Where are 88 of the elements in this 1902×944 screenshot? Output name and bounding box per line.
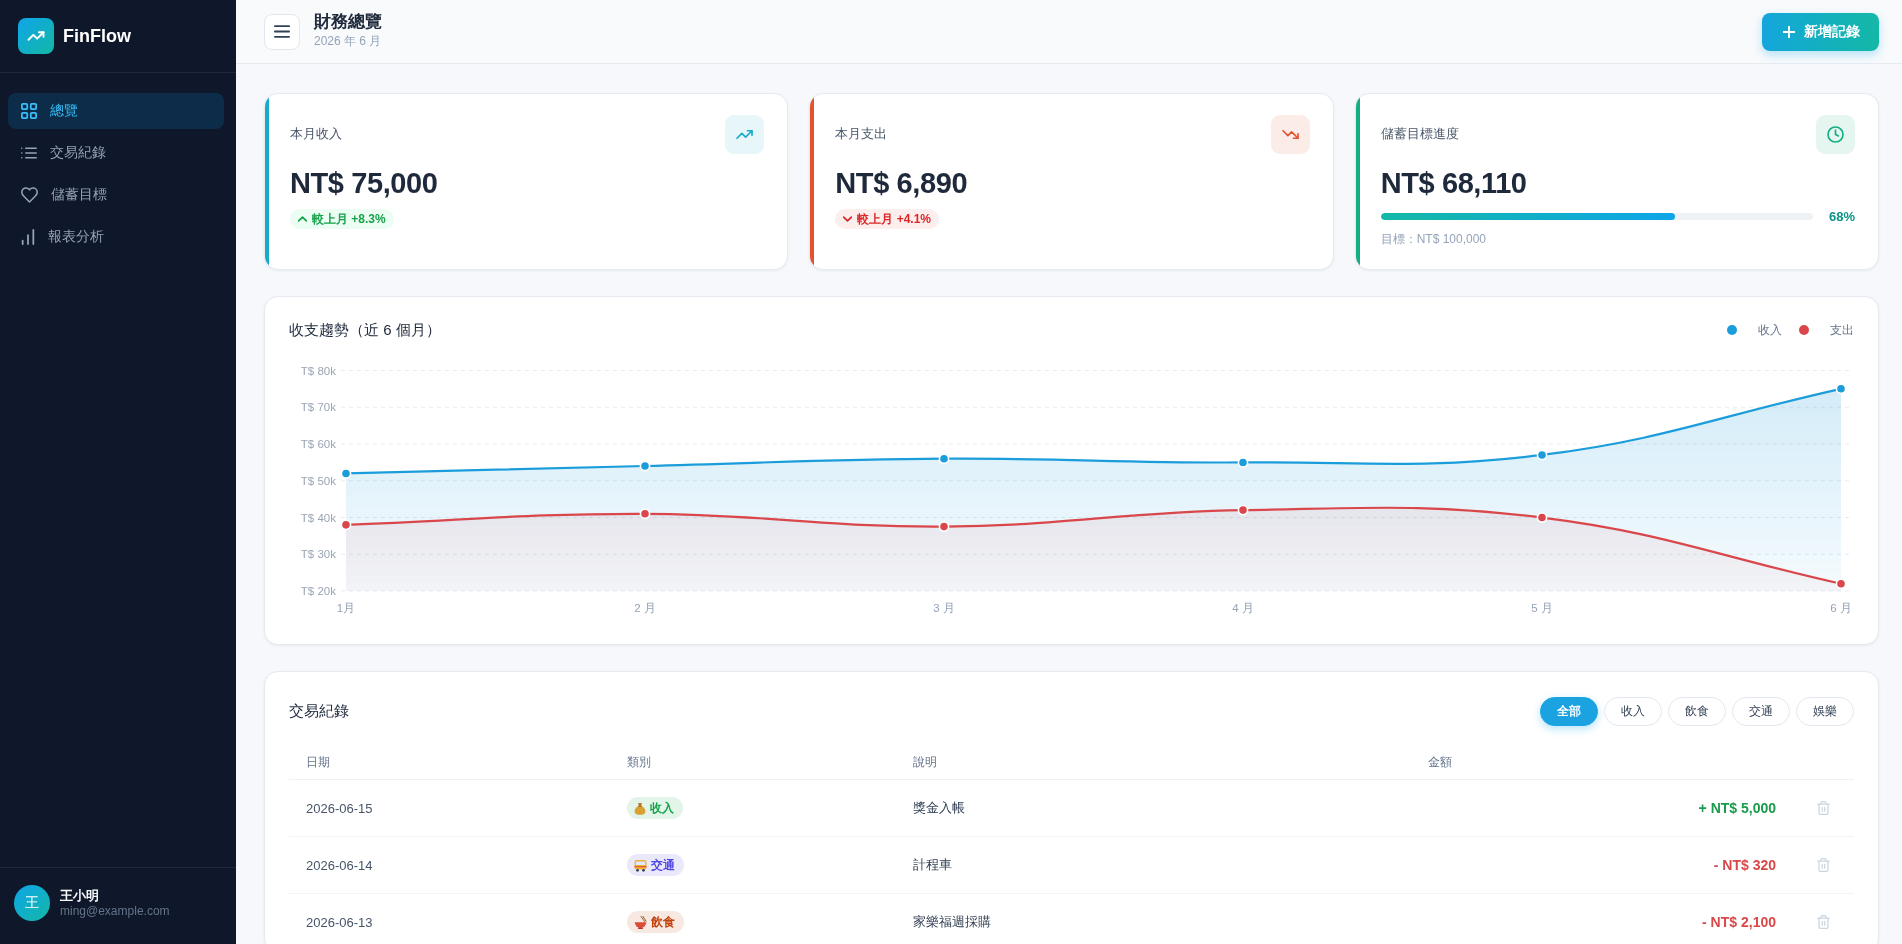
axis-label: 4 月 — [1232, 602, 1254, 614]
column-header: 日期 — [306, 754, 330, 771]
transaction-date: 2026-06-15 — [306, 800, 373, 816]
user-email: ming@example.com — [60, 903, 170, 919]
filter-chip[interactable]: 飲食 — [1668, 696, 1726, 726]
bus-icon — [634, 858, 647, 872]
chart-title: 收支趨勢（近 6 個月） — [289, 320, 441, 340]
data-point — [1536, 512, 1548, 523]
data-point — [340, 519, 352, 531]
logo-icon — [18, 18, 54, 54]
axis-label: T$ 50k — [300, 474, 336, 487]
category-label: 交通 — [651, 856, 675, 874]
trend-up-icon — [725, 115, 765, 154]
sidebar-item[interactable]: 交易紀錄 — [8, 135, 224, 171]
axis-label: T$ 30k — [300, 548, 336, 561]
data-point — [1237, 457, 1249, 468]
plus-icon — [1783, 25, 1795, 38]
trash-icon[interactable] — [1817, 858, 1830, 872]
brand-name: FinFlow — [63, 25, 131, 47]
data-point — [938, 453, 950, 465]
transaction-description: 家樂福週採購 — [913, 913, 991, 931]
change-text: 較上月 +4.1% — [857, 210, 932, 228]
page-subtitle: 2026 年 6 月 — [314, 33, 382, 49]
trash-icon[interactable] — [1817, 801, 1830, 815]
data-point — [1835, 578, 1847, 590]
chevron-down-icon — [843, 216, 853, 222]
trash-icon[interactable] — [1817, 915, 1830, 929]
user-avatar: 王 — [14, 885, 50, 921]
column-header: 金額 — [1428, 754, 1452, 771]
column-header: 說明 — [913, 754, 937, 771]
progress-percent: 68% — [1828, 209, 1855, 224]
transaction-date: 2026-06-14 — [306, 857, 373, 873]
trend-down-icon — [1270, 115, 1310, 154]
axis-label: T$ 70k — [300, 401, 336, 414]
data-point — [1237, 504, 1249, 516]
chevron-up-icon — [298, 216, 307, 222]
category-label: 收入 — [650, 799, 674, 817]
bowl-icon — [634, 915, 647, 929]
transaction-amount: - NT$ 2,100 — [1702, 914, 1776, 930]
transaction-amount: + NT$ 5,000 — [1698, 800, 1776, 816]
card-value: NT$ 6,890 — [835, 166, 968, 201]
sidebar-item[interactable]: 儲蓄目標 — [8, 177, 224, 213]
category-label: 飲食 — [651, 913, 675, 931]
axis-label: T$ 20k — [300, 585, 336, 597]
bar-chart-icon — [21, 229, 35, 245]
axis-label: 2 月 — [634, 602, 656, 614]
card-label: 本月支出 — [835, 126, 888, 143]
heart-icon — [21, 187, 38, 203]
transaction-description: 計程車 — [913, 856, 952, 874]
axis-label: T$ 40k — [300, 511, 336, 524]
column-header: 類別 — [627, 754, 651, 771]
menu-icon — [274, 25, 290, 38]
list-icon — [21, 146, 37, 160]
data-point — [340, 468, 352, 479]
axis-label: T$ 60k — [300, 438, 336, 450]
card-label: 儲蓄目標進度 — [1380, 126, 1459, 143]
data-point — [639, 508, 651, 520]
money-bag-icon — [634, 801, 646, 815]
goal-target: 目標：NT$ 100,000 — [1380, 231, 1487, 248]
axis-label: 6 月 — [1830, 602, 1852, 614]
menu-button[interactable] — [264, 13, 300, 50]
axis-label: 3 月 — [933, 602, 955, 614]
sidebar-item[interactable]: 報表分析 — [8, 219, 224, 255]
filter-chip[interactable]: 娛樂 — [1796, 696, 1854, 726]
data-point — [1835, 383, 1847, 395]
page-title: 財務總覽 — [314, 11, 382, 33]
transaction-description: 獎金入帳 — [913, 799, 965, 817]
change-text: 較上月 +8.3% — [312, 210, 386, 228]
grid-icon — [21, 103, 37, 119]
card-value: NT$ 68,110 — [1380, 166, 1527, 201]
clock-icon — [1816, 115, 1855, 154]
data-point — [938, 521, 950, 532]
card-value: NT$ 75,000 — [290, 166, 438, 201]
data-point — [1536, 449, 1548, 461]
axis-label: T$ 80k — [300, 364, 336, 377]
section-title: 交易紀錄 — [289, 701, 349, 721]
transaction-date: 2026-06-13 — [306, 914, 373, 930]
user-name: 王小明 — [60, 887, 99, 904]
transaction-amount: - NT$ 320 — [1713, 857, 1776, 873]
legend-label: 支出 — [1830, 321, 1854, 339]
sidebar-item[interactable]: 總覽 — [8, 93, 224, 129]
filter-chip[interactable]: 收入 — [1604, 696, 1662, 726]
data-point — [639, 460, 651, 472]
axis-label: 5 月 — [1531, 602, 1553, 614]
axis-label: 1月 — [336, 602, 356, 614]
filter-chip[interactable]: 交通 — [1732, 696, 1790, 726]
card-label: 本月收入 — [290, 126, 342, 143]
legend-label: 收入 — [1758, 321, 1782, 339]
